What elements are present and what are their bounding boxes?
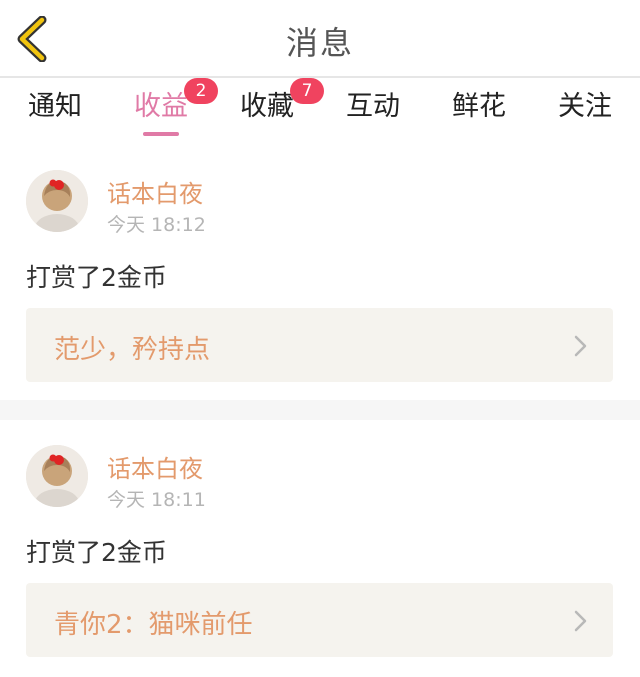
message-text: 打赏了2金币 bbox=[26, 538, 167, 567]
sender-name[interactable]: 话本白夜 bbox=[107, 174, 203, 209]
timestamp: 今天 18:12 bbox=[107, 214, 206, 236]
tab-badge: 7 bbox=[290, 78, 324, 104]
tab-badge: 2 bbox=[184, 78, 218, 104]
work-title: 范少，矜持点 bbox=[54, 335, 211, 365]
chevron-right-icon bbox=[574, 335, 587, 357]
work-title: 青你2：猫咪前任 bbox=[54, 610, 253, 640]
tab-following[interactable]: 关注 bbox=[556, 90, 614, 142]
chevron-right-icon bbox=[574, 610, 587, 632]
work-link[interactable]: 范少，矜持点 bbox=[26, 308, 613, 382]
tab-interactions[interactable]: 互动 bbox=[344, 90, 402, 142]
tab-bar: 通知 收益 2 收藏 7 互动 鲜花 关注 bbox=[0, 78, 640, 144]
tab-favorites[interactable]: 收藏 7 bbox=[238, 78, 324, 142]
tab-label: 鲜花 bbox=[452, 91, 506, 122]
messages-screen: 消息 通知 收益 2 收藏 7 互动 鲜花 关注 话本白夜 今天 18:12 打… bbox=[0, 0, 640, 677]
app-header: 消息 bbox=[0, 0, 640, 78]
avatar[interactable] bbox=[26, 170, 88, 232]
work-link[interactable]: 青你2：猫咪前任 bbox=[26, 583, 613, 657]
active-tab-indicator bbox=[143, 132, 179, 136]
timestamp: 今天 18:11 bbox=[107, 489, 206, 511]
tab-notifications[interactable]: 通知 bbox=[26, 90, 84, 142]
message-card: 话本白夜 今天 18:12 打赏了2金币 范少，矜持点 bbox=[0, 170, 640, 430]
avatar[interactable] bbox=[26, 445, 88, 507]
section-divider bbox=[0, 400, 640, 420]
tab-label: 关注 bbox=[558, 91, 612, 122]
tab-label: 收藏 bbox=[240, 91, 294, 122]
tab-label: 通知 bbox=[28, 91, 82, 122]
message-text: 打赏了2金币 bbox=[26, 263, 167, 292]
avatar-image bbox=[26, 170, 88, 232]
tab-label: 互动 bbox=[346, 91, 400, 122]
sender-name[interactable]: 话本白夜 bbox=[107, 449, 203, 484]
tab-earnings[interactable]: 收益 2 bbox=[132, 78, 218, 142]
message-card: 话本白夜 今天 18:11 打赏了2金币 青你2：猫咪前任 bbox=[0, 445, 640, 677]
tab-label: 收益 bbox=[134, 91, 188, 122]
avatar-image bbox=[26, 445, 88, 507]
page-title: 消息 bbox=[285, 24, 354, 62]
tab-flowers[interactable]: 鲜花 bbox=[450, 90, 508, 142]
